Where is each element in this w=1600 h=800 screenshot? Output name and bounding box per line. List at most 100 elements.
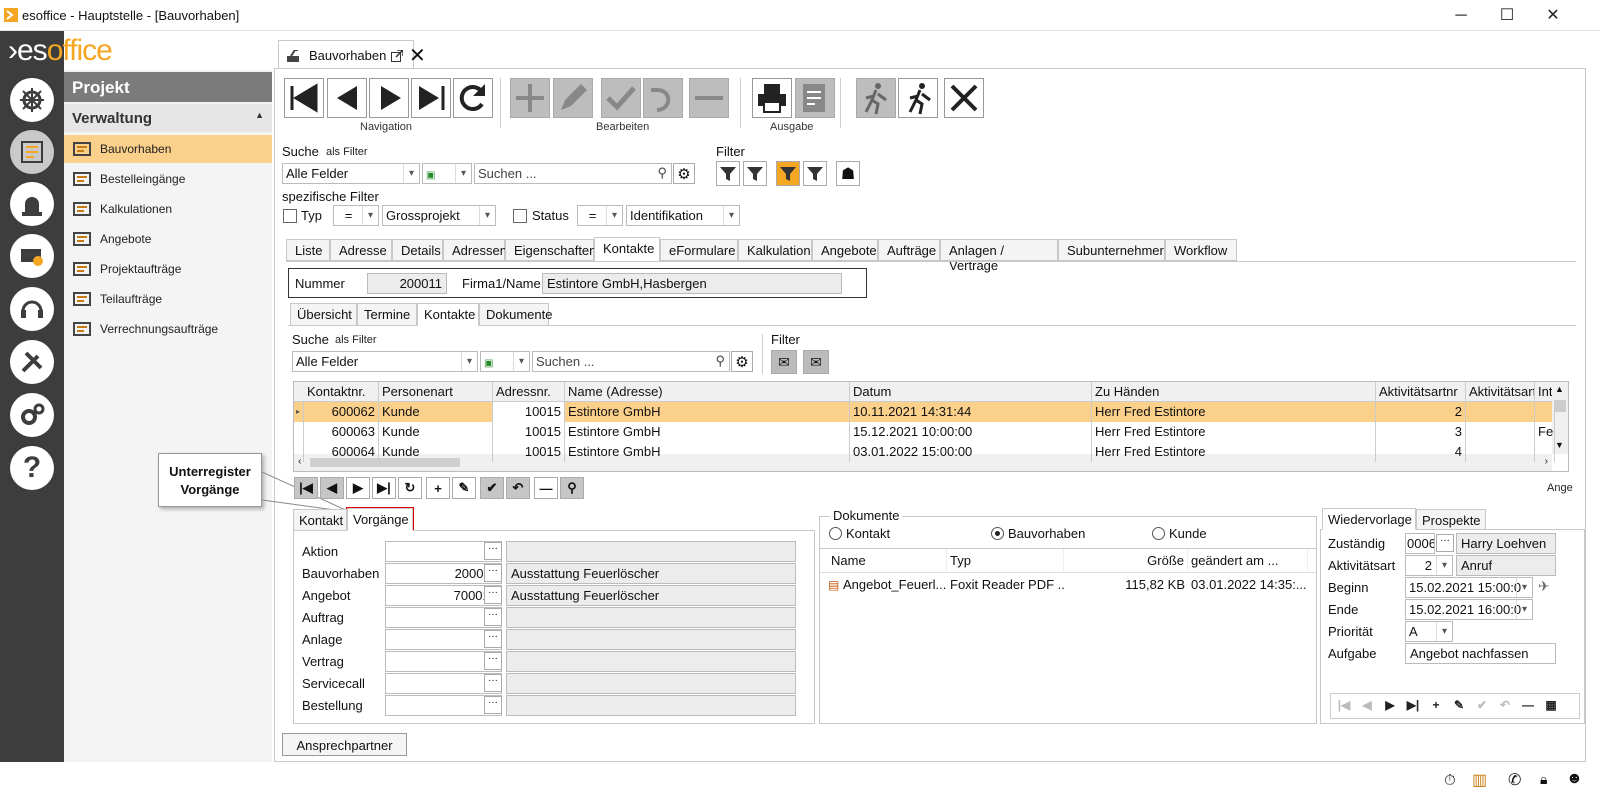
print-button[interactable]	[752, 78, 792, 118]
table-row[interactable]: 600064 Kunde 10015 Estintore GmbH 03.01.2022…	[294, 442, 1555, 462]
document-row[interactable]: ▤ Angebot_Feuerl... Foxit Reader PDF ... 11…	[820, 575, 1316, 597]
zustaendig-name-field[interactable]: Harry Loehven	[1456, 533, 1556, 554]
undo-button[interactable]: ↶	[506, 477, 530, 499]
tab-workflow[interactable]: Workflow	[1165, 239, 1237, 261]
tab-vorgaenge[interactable]: Vorgänge	[347, 508, 413, 531]
lookup-button[interactable]: ···	[484, 652, 502, 670]
undo-button[interactable]	[643, 78, 683, 118]
radio-kontakt[interactable]	[829, 527, 842, 540]
subtab-kontakte[interactable]: Kontakte	[417, 303, 479, 326]
ansprechpartner-button[interactable]: Ansprechpartner	[282, 733, 407, 756]
nav-item[interactable]: Teilaufträge	[64, 285, 272, 313]
search2-field-select[interactable]: Alle Felder ▾	[292, 351, 478, 372]
calendar-button[interactable]: ▦	[1541, 698, 1561, 716]
refresh-button[interactable]: ↻	[398, 477, 422, 499]
undo-button[interactable]: ↶	[1495, 698, 1515, 716]
tab-eigenschaften[interactable]: Eigenschaften	[505, 239, 596, 261]
previous-record-button[interactable]	[327, 78, 367, 118]
close-tab-icon[interactable]: ✕	[409, 43, 426, 68]
first-button[interactable]: |◀	[1334, 698, 1354, 716]
help-icon[interactable]: ?	[10, 446, 54, 490]
column-header[interactable]: Name	[828, 549, 947, 573]
typ-checkbox[interactable]	[283, 209, 297, 223]
bell-icon[interactable]: ✈	[1538, 578, 1550, 595]
lookup-button[interactable]: ···	[484, 564, 502, 582]
lookup-button[interactable]: ···	[484, 630, 502, 648]
filter-mail-out-button[interactable]: ✉	[803, 350, 829, 374]
nav-item[interactable]: Bestelleingänge	[64, 165, 272, 193]
minimize-button[interactable]: ─	[1438, 0, 1484, 31]
maximize-button[interactable]: ☐	[1484, 0, 1530, 31]
nav-item[interactable]: Angebote	[64, 225, 272, 253]
filter-grid-blue-button[interactable]	[803, 161, 827, 186]
pencil-button[interactable]: ✎	[452, 477, 476, 499]
cash-icon[interactable]	[10, 234, 54, 278]
status-checkbox[interactable]	[513, 209, 527, 223]
filter-check-button[interactable]	[743, 161, 767, 186]
column-header[interactable]: Adressnr.	[493, 382, 565, 402]
tab-angebote[interactable]: Angebote	[812, 239, 878, 261]
report-button[interactable]	[795, 78, 835, 118]
subtab-bersicht[interactable]: Übersicht	[290, 303, 357, 326]
search2-mode-select[interactable]: ▣ ▾	[480, 351, 530, 372]
typ-value-select[interactable]: Grossprojekt ▾	[382, 205, 496, 226]
delete-button[interactable]	[689, 78, 729, 118]
lookup-button[interactable]: ···	[484, 696, 502, 714]
lookup-button[interactable]: ···	[484, 608, 502, 626]
table-row[interactable]: 600063 Kunde 10015 Estintore GmbH 15.12.2021…	[294, 422, 1555, 442]
nav-item[interactable]: Verrechnungsaufträge	[64, 315, 272, 343]
lookup-button[interactable]: ···	[484, 674, 502, 692]
aktivitaetsart-name-field[interactable]: Anruf	[1456, 555, 1556, 576]
aktivitaetsart-select[interactable]: 2 ▾	[1405, 555, 1453, 576]
minus-button[interactable]: —	[534, 477, 558, 499]
filter-mail-button[interactable]: ✉	[771, 350, 797, 374]
previous-button[interactable]: ◀	[1357, 698, 1377, 716]
filter-button[interactable]	[716, 161, 740, 186]
popout-icon[interactable]	[391, 50, 403, 62]
walk-button[interactable]	[856, 78, 896, 118]
column-header[interactable]: Zu Händen	[1092, 382, 1376, 402]
tab-kontakt[interactable]: Kontakt	[293, 509, 347, 531]
search-mode-select[interactable]: ▣ ▾	[422, 163, 472, 184]
plus-button[interactable]: +	[426, 477, 450, 499]
search-field-select[interactable]: Alle Felder ▾	[282, 163, 420, 184]
beginn-datepicker[interactable]: 15.02.2021 15:00:0 ▾	[1405, 577, 1533, 598]
checkmark-button[interactable]: ✔	[1472, 698, 1492, 716]
firma-field[interactable]: Estintore GmbH,Hasbergen	[542, 273, 842, 294]
tab-liste[interactable]: Liste	[286, 239, 330, 261]
tab-subunternehmer[interactable]: Subunternehmer	[1058, 239, 1165, 261]
phone-icon[interactable]: ✆	[1508, 770, 1521, 790]
nav-section[interactable]: Verwaltung ▲	[64, 104, 272, 132]
alarm-light-icon[interactable]	[10, 182, 54, 226]
nummer-field[interactable]: 200011	[367, 273, 447, 294]
typ-operator-select[interactable]: = ▾	[333, 205, 379, 226]
walker-button[interactable]: ⚲	[560, 477, 584, 499]
subtab-termine[interactable]: Termine	[357, 303, 417, 326]
aufgabe-field[interactable]: Angebot nachfassen	[1405, 643, 1556, 664]
tab-anlagenvertrge[interactable]: Anlagen / Verträge	[940, 239, 1058, 273]
user-icon[interactable]: ☻	[1566, 770, 1583, 788]
status-value-select[interactable]: Identifikation ▾	[626, 205, 740, 226]
nav-item[interactable]: Bauvorhaben	[64, 135, 272, 163]
nav-item[interactable]: Projektaufträge	[64, 255, 272, 283]
save-button[interactable]	[601, 78, 641, 118]
radio-kunde[interactable]	[1152, 527, 1165, 540]
project-module-icon[interactable]	[10, 130, 54, 174]
tab-prospekte[interactable]: Prospekte	[1416, 509, 1486, 530]
building-icon[interactable]: ▥	[1472, 770, 1487, 790]
ende-datepicker[interactable]: 15.02.2021 16:00:0 ▾	[1405, 599, 1533, 620]
table-row[interactable]: ▸ 600062 Kunde 10015 Estintore GmbH 10.11.202…	[294, 402, 1555, 422]
add-button[interactable]	[510, 78, 550, 118]
tab-adressen[interactable]: Adressen	[443, 239, 507, 261]
tab-kontakte[interactable]: Kontakte	[594, 237, 660, 262]
column-header[interactable]: geändert am ...	[1188, 549, 1308, 573]
pencil-button[interactable]: ✎	[1449, 698, 1469, 716]
refresh-button[interactable]	[453, 78, 493, 118]
column-header[interactable]: Kontaktnr.	[304, 382, 379, 402]
column-header[interactable]: Aktivitätsart	[1466, 382, 1535, 402]
lock-icon[interactable]: 🔒︎	[1540, 771, 1547, 788]
checkmark-button[interactable]: ✔	[480, 477, 504, 499]
zustaendig-code-field[interactable]: 0006	[1405, 533, 1435, 554]
filter-grid-button[interactable]	[776, 161, 800, 186]
column-header[interactable]: Personenart	[379, 382, 493, 402]
